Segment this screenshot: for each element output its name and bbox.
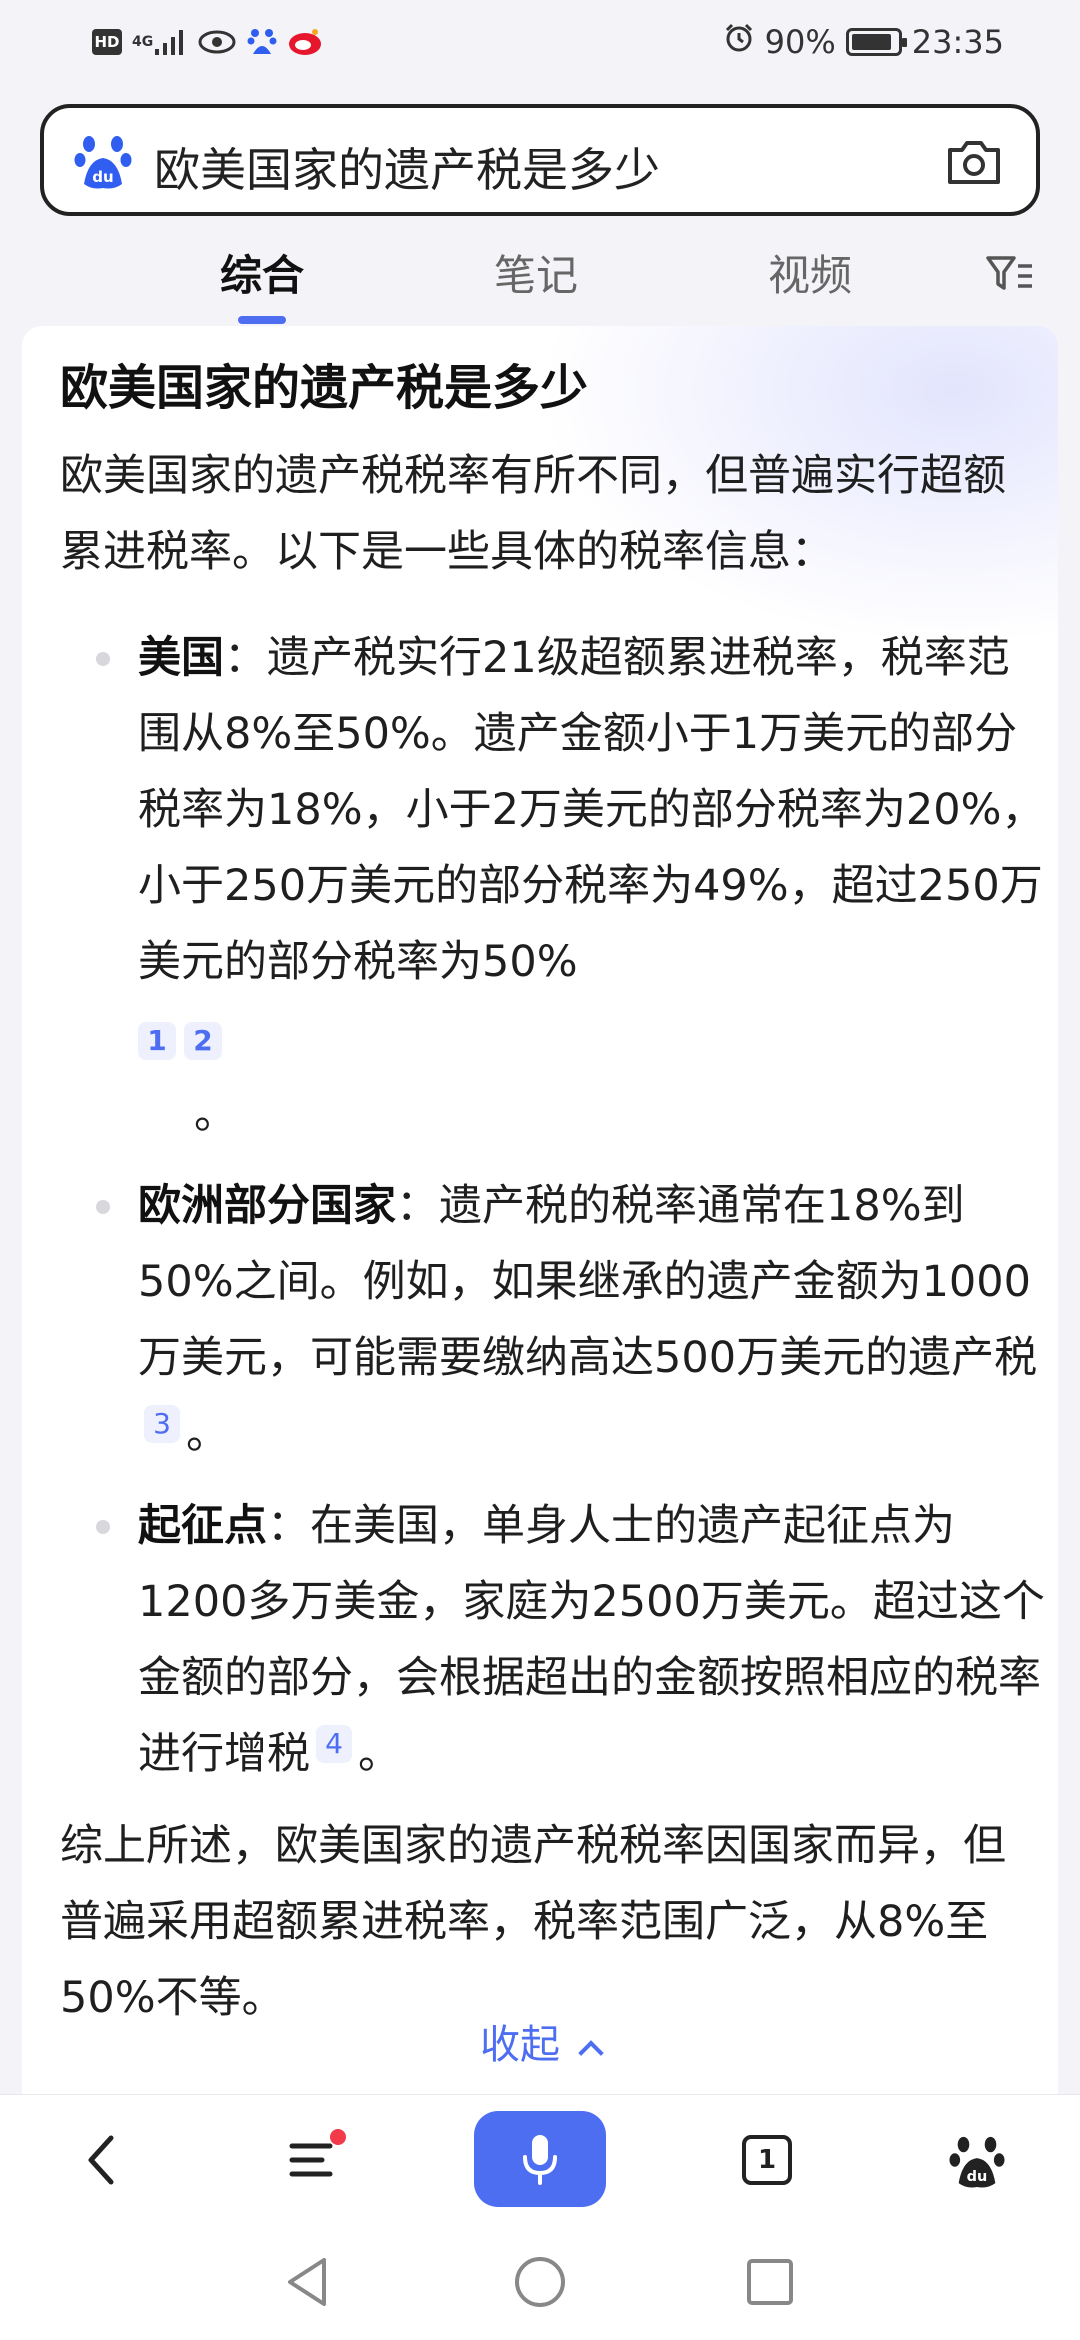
baidu-app-icon: [247, 24, 277, 60]
ai-answer-card: 欧美国家的遗产税是多少 欧美国家的遗产税税率有所不同，但普遍实行超额累进税率。以…: [22, 326, 1058, 2094]
network-type: 4G: [132, 34, 154, 50]
filter-icon[interactable]: [984, 252, 1036, 296]
bottom-toolbar: 1 du: [0, 2094, 1080, 2224]
menu-button[interactable]: [268, 2115, 358, 2205]
bullet-term: 欧洲部分国家: [138, 1181, 396, 1231]
bullet-threshold: 起征点：在美国，单身人士的遗产起征点为1200多万美金，家庭为2500万美元。超…: [60, 1488, 1050, 1792]
tab-comprehensive[interactable]: 综合: [220, 242, 304, 303]
svg-text:du: du: [967, 2169, 988, 2185]
search-input[interactable]: 欧美国家的遗产税是多少: [154, 134, 660, 200]
tab-notes[interactable]: 笔记: [494, 242, 578, 303]
sina-app-icon: [287, 24, 323, 60]
bullet-end: 。: [194, 1089, 237, 1139]
citation-4[interactable]: 4: [316, 1724, 352, 1763]
camera-icon[interactable]: [946, 138, 1002, 186]
chevron-up-icon: [578, 2040, 604, 2066]
search-box[interactable]: du 欧美国家的遗产税是多少: [40, 104, 1040, 216]
eye-icon: [197, 24, 237, 60]
hd-icon: HD: [92, 29, 122, 55]
battery-level: [851, 34, 892, 50]
clock: 23:35: [911, 23, 1004, 61]
bullet-europe: 欧洲部分国家：遗产税的税率通常在18%到50%之间。例如，如果继承的遗产金额为1…: [60, 1168, 1050, 1472]
active-tab-indicator: [238, 316, 286, 324]
tabs-icon: 1: [742, 2135, 792, 2185]
signal-icon: 4G: [132, 24, 187, 60]
bullet-term: 起征点: [138, 1501, 267, 1551]
back-icon: [88, 2135, 114, 2185]
menu-icon: [289, 2143, 333, 2177]
baidu-paw-icon: du: [74, 136, 132, 189]
citation-1[interactable]: 1: [138, 1021, 176, 1060]
notification-dot: [330, 2129, 346, 2145]
bullet-text: ：在美国，单身人士的遗产起征点为1200多万美金，家庭为2500万美元。超过这个…: [138, 1501, 1045, 1779]
baidu-home-button[interactable]: du: [932, 2115, 1022, 2205]
bullet-end: 。: [186, 1409, 229, 1459]
bullet-text: ：遗产税实行21级超额累进税率，税率范围从8%至50%。遗产金额小于1万美元的部…: [138, 633, 1045, 987]
citation-3[interactable]: 3: [144, 1404, 180, 1443]
nav-recents-icon[interactable]: [740, 2252, 800, 2312]
answer-title: 欧美国家的遗产税是多少: [60, 360, 589, 416]
bullet-end: 。: [358, 1729, 401, 1779]
bullet-dot: [96, 1200, 110, 1214]
citation-2[interactable]: 2: [184, 1021, 222, 1060]
voice-search-button[interactable]: [474, 2111, 606, 2207]
nav-back-icon[interactable]: [278, 2252, 338, 2312]
back-button[interactable]: [56, 2115, 146, 2205]
battery-percent: 90%: [764, 23, 836, 61]
collapse-button[interactable]: 收起: [22, 2012, 1058, 2070]
nav-home-icon[interactable]: [510, 2252, 570, 2312]
bullet-usa: 美国：遗产税实行21级超额累进税率，税率范围从8%至50%。遗产金额小于1万美元…: [60, 620, 1050, 1152]
alarm-icon: [723, 22, 755, 62]
bullet-dot: [96, 652, 110, 666]
collapse-label: 收起: [480, 2022, 560, 2068]
status-bar: HD 4G 90% 23:35: [0, 0, 1080, 90]
system-nav-bar: [0, 2224, 1080, 2340]
answer-bullets: 美国：遗产税实行21级超额累进税率，税率范围从8%至50%。遗产金额小于1万美元…: [60, 620, 1050, 1792]
mic-icon: [523, 2135, 557, 2185]
tabs-button[interactable]: 1: [722, 2115, 812, 2205]
battery-icon: [845, 28, 907, 56]
status-left: HD 4G: [92, 24, 323, 60]
bullet-term: 美国: [138, 633, 224, 683]
answer-content: 欧美国家的遗产税是多少 欧美国家的遗产税税率有所不同，但普遍实行超额累进税率。以…: [60, 356, 1050, 2036]
svg-text:du: du: [92, 168, 113, 186]
baidu-home-icon: du: [949, 2136, 1005, 2188]
status-right: 90% 23:35: [723, 22, 1004, 62]
bullet-dot: [96, 1520, 110, 1534]
tab-videos[interactable]: 视频: [768, 242, 852, 303]
answer-summary: 综上所述，欧美国家的遗产税税率因国家而异，但普遍采用超额累进税率，税率范围广泛，…: [60, 1821, 1006, 2023]
answer-intro: 欧美国家的遗产税税率有所不同，但普遍实行超额累进税率。以下是一些具体的税率信息：: [60, 451, 1006, 577]
result-tabs: 综合 笔记 视频: [0, 236, 1080, 326]
